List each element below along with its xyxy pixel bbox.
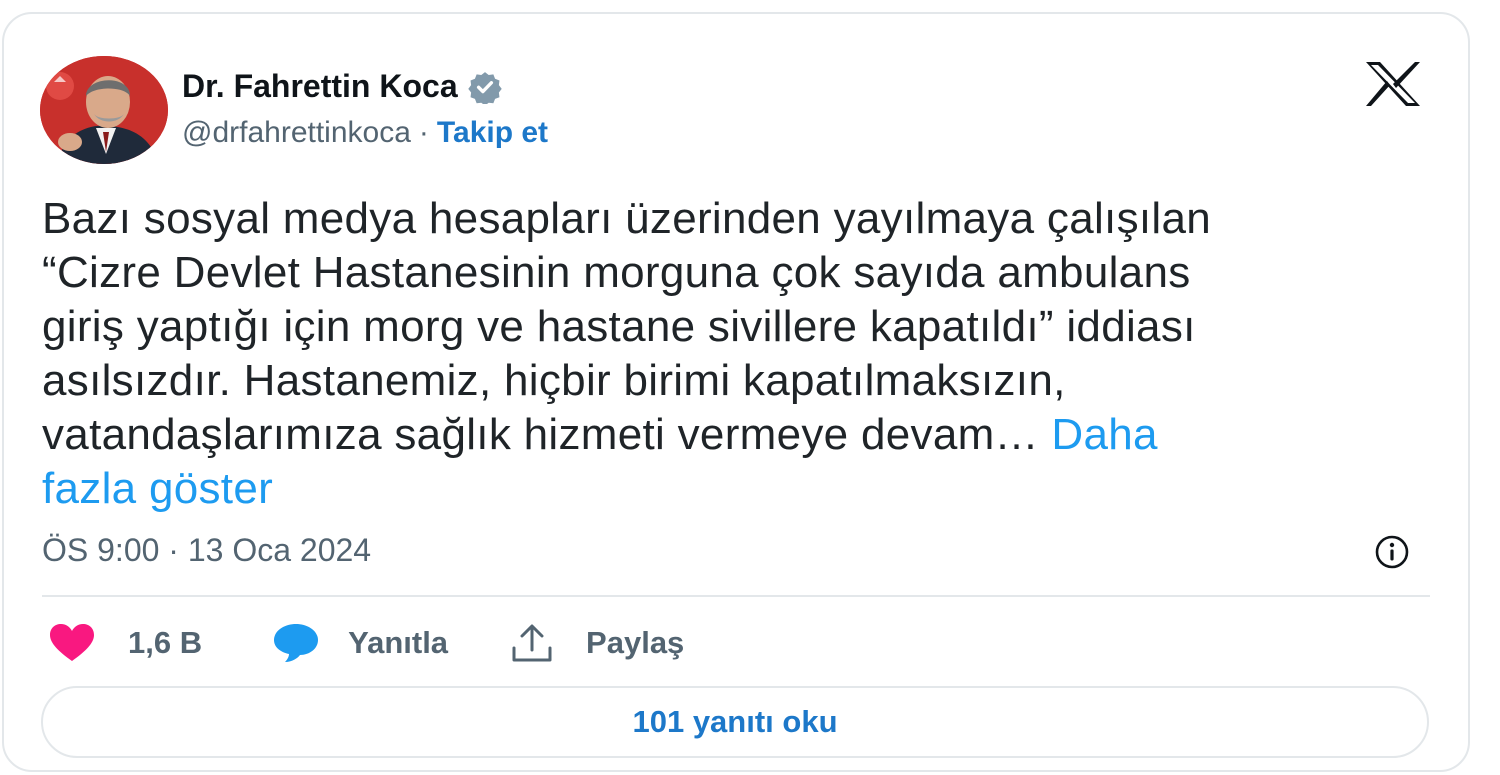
show-more-link-part2[interactable]: fazla göster <box>42 462 1442 516</box>
avatar-portrait-icon <box>40 56 168 164</box>
share-label: Paylaş <box>586 625 685 660</box>
show-more-link-part1[interactable]: Daha <box>1051 410 1157 459</box>
tweet-text: Bazı sosyal medya hesapları üzerinden ya… <box>42 192 1442 516</box>
follow-button[interactable]: Takip et <box>437 116 548 150</box>
x-logo-icon[interactable] <box>1362 60 1424 108</box>
tweet-actions: 1,6 B Yanıtla Paylaş <box>48 618 684 668</box>
author-name-row: Dr. Fahrettin Koca <box>182 68 502 105</box>
verified-badge-icon <box>467 71 502 104</box>
tweet-card: Dr. Fahrettin Koca @drfahrettinkoca · Ta… <box>2 12 1470 772</box>
share-button[interactable]: Paylaş <box>510 622 684 664</box>
author-handle[interactable]: @drfahrettinkoca <box>182 116 411 150</box>
tweet-text-line: “Cizre Devlet Hastanesinin morguna çok s… <box>42 248 1191 297</box>
tweet-text-line: asılsızdır. Hastanemiz, hiçbir birimi ka… <box>42 356 1066 405</box>
like-button[interactable]: 1,6 B <box>48 623 202 663</box>
share-upload-icon <box>512 624 552 662</box>
separator-dot: · <box>418 116 429 149</box>
author-name[interactable]: Dr. Fahrettin Koca <box>182 68 458 105</box>
speech-bubble-icon <box>274 624 319 662</box>
tweet-text-line-last: vatandaşlarımıza sağlık hizmeti vermeye … <box>42 408 1442 462</box>
heart-icon <box>50 624 94 661</box>
divider <box>42 595 1430 597</box>
reply-button[interactable]: Yanıtla <box>272 622 448 664</box>
tweet-text-line: Bazı sosyal medya hesapları üzerinden ya… <box>42 194 1212 243</box>
info-icon[interactable] <box>1374 534 1410 570</box>
like-count: 1,6 B <box>128 625 203 660</box>
avatar[interactable] <box>40 56 168 164</box>
author-handle-row: @drfahrettinkoca · Takip et <box>182 116 548 150</box>
tweet-text-line: giriş yaptığı için morg ve hastane sivil… <box>42 302 1196 351</box>
read-replies-button[interactable]: 101 yanıtı oku <box>41 686 1429 758</box>
reply-label: Yanıtla <box>348 625 449 660</box>
tweet-text-segment: vatandaşlarımıza sağlık hizmeti vermeye … <box>42 410 1052 459</box>
tweet-timestamp[interactable]: ÖS 9:00 · 13 Oca 2024 <box>42 532 371 569</box>
